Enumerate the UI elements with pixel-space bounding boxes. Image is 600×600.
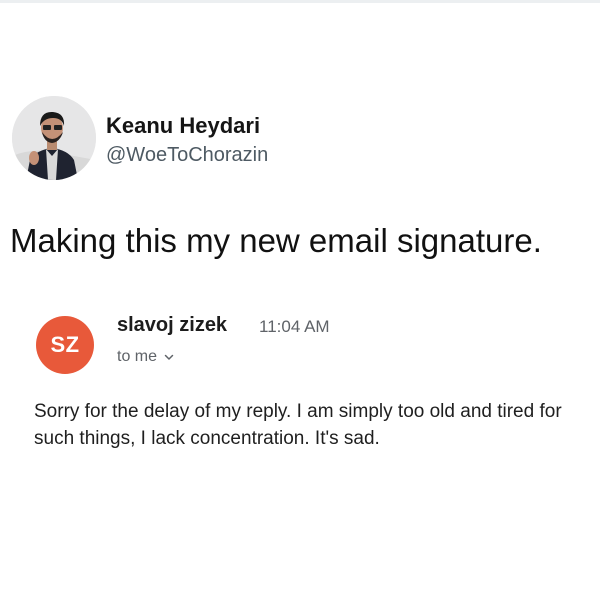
tweet-author-name[interactable]: Keanu Heydari <box>106 113 260 139</box>
email-sender-name: slavoj zizek <box>117 314 228 336</box>
tweet-text: Making this my new email signature. <box>10 222 542 259</box>
recipient-details-toggle[interactable]: to me <box>117 348 175 366</box>
profile-photo <box>12 96 96 180</box>
top-divider <box>0 0 600 3</box>
recipient-label: to me <box>117 348 158 365</box>
email-timestamp: 11:04 AM <box>259 317 330 336</box>
email-body: Sorry for the delay of my reply. I am si… <box>34 401 562 449</box>
profile-avatar[interactable] <box>12 96 96 180</box>
sender-avatar: SZ <box>36 316 94 374</box>
chevron-down-icon <box>163 351 175 363</box>
tweet-author-handle[interactable]: @WoeToChorazin <box>106 144 268 167</box>
